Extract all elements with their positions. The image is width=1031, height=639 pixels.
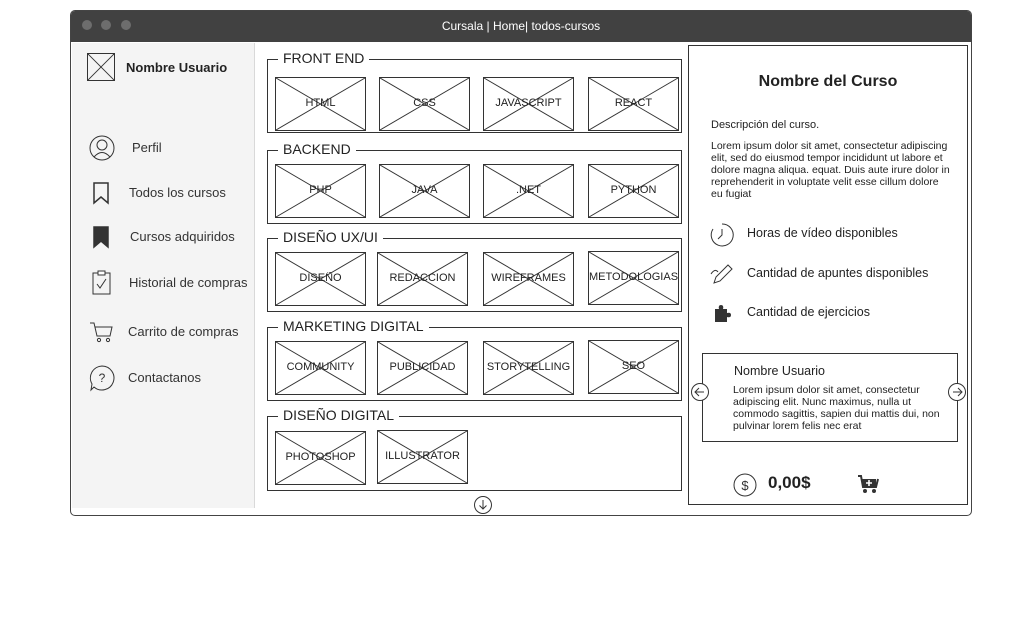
feature-label: Horas de vídeo disponibles: [747, 226, 898, 240]
course-label: .NET: [515, 184, 542, 196]
bookmark-outline-icon: [93, 182, 109, 205]
cart-icon: [90, 322, 113, 343]
course-label: COMMUNITY: [286, 361, 355, 373]
close-window-button[interactable]: [82, 20, 92, 30]
feature-notes: Cantidad de apuntes disponibles: [709, 262, 959, 288]
course-title: Nombre del Curso: [758, 73, 898, 90]
feature-exercises: Cantidad de ejercicios: [709, 301, 959, 327]
help-bubble-icon: ?: [89, 365, 115, 392]
course-label: STORYTELLING: [486, 361, 571, 373]
course-tile[interactable]: .NET: [483, 164, 574, 218]
category-title: DISEÑO DIGITAL: [278, 407, 399, 423]
course-tile[interactable]: PYTHON: [588, 164, 679, 218]
svg-text:$: $: [741, 478, 749, 493]
category-title: BACKEND: [278, 141, 356, 157]
feature-label: Cantidad de apuntes disponibles: [747, 266, 929, 280]
course-tile[interactable]: HTML: [275, 77, 366, 131]
category-diseno-ux-ui: DISEÑO UX/UI DISEÑO REDACCION WIREFRAMES…: [267, 229, 682, 312]
course-detail-panel: Nombre del Curso Descripción del curso. …: [688, 45, 968, 505]
course-label: METODOLOGIAS: [589, 271, 678, 283]
arrow-right-icon[interactable]: [948, 383, 966, 401]
title-bar: Cursala | Home| todos-cursos: [71, 11, 971, 42]
review-text: Lorem ipsum dolor sit amet, consectetur …: [733, 384, 940, 432]
clock-icon: [710, 223, 734, 247]
course-tile[interactable]: PHP: [275, 164, 366, 218]
sidebar-item-carrito-de-compras[interactable]: Carrito de compras: [88, 318, 258, 346]
minimize-window-button[interactable]: [101, 20, 111, 30]
avatar[interactable]: [87, 53, 115, 81]
course-label: SEO: [621, 360, 646, 372]
sidebar-item-cursos-adquiridos[interactable]: Cursos adquiridos: [88, 223, 258, 251]
sidebar-item-label: Cursos adquiridos: [130, 229, 235, 244]
course-label: DISEÑO: [299, 272, 342, 284]
category-marketing-digital: MARKETING DIGITAL COMMUNITY PUBLICIDAD S…: [267, 318, 682, 401]
course-label: HTML: [305, 97, 336, 109]
sidebar-item-historial-de-compras[interactable]: Historial de compras: [88, 269, 258, 297]
course-tile[interactable]: JAVA: [379, 164, 470, 218]
user-name: Nombre Usuario: [126, 60, 228, 75]
sidebar-item-label: Perfil: [132, 140, 162, 155]
category-title: MARKETING DIGITAL: [278, 318, 429, 334]
user-icon: [89, 135, 115, 161]
category-title: FRONT END: [278, 50, 370, 66]
dollar-icon: $: [733, 473, 757, 497]
sidebar-item-label: Carrito de compras: [128, 324, 239, 339]
course-tile[interactable]: PHOTOSHOP: [275, 431, 366, 485]
sidebar-item-label: Historial de compras: [129, 275, 248, 290]
description-label: Descripción del curso.: [711, 119, 820, 131]
course-label: REDACCION: [389, 272, 456, 284]
category-backend: BACKEND PHP JAVA .NET PYTHON: [267, 141, 682, 224]
course-description: Lorem ipsum dolor sit amet, consectetur …: [711, 140, 950, 200]
app-window: Cursala | Home| todos-cursos Nombre Usua…: [70, 10, 972, 516]
pencil-icon: [710, 264, 733, 284]
course-label: WIREFRAMES: [491, 272, 566, 284]
course-price: 0,00$: [768, 473, 811, 492]
window-title: Cursala | Home| todos-cursos: [441, 19, 601, 33]
course-label: ILLUSTRATOR: [385, 450, 460, 462]
course-tile[interactable]: METODOLOGIAS: [588, 251, 679, 305]
course-tile[interactable]: ILLUSTRATOR: [377, 430, 468, 484]
puzzle-icon: [715, 305, 731, 322]
course-label: JAVASCRIPT: [495, 97, 562, 109]
sidebar-item-contactanos[interactable]: ? Contactanos: [88, 364, 258, 392]
maximize-window-button[interactable]: [121, 20, 131, 30]
category-diseno-digital: DISEÑO DIGITAL PHOTOSHOP ILLUSTRATOR: [267, 407, 682, 491]
course-label: CSS: [413, 97, 436, 109]
course-tile[interactable]: REACT: [588, 77, 679, 131]
course-tile[interactable]: PUBLICIDAD: [377, 341, 468, 395]
arrow-left-icon[interactable]: [691, 383, 709, 401]
course-label: JAVA: [411, 184, 438, 196]
review-user: Nombre Usuario: [734, 364, 826, 378]
course-tile[interactable]: DISEÑO: [275, 252, 366, 306]
course-tile[interactable]: REDACCION: [377, 252, 468, 306]
add-to-cart-icon[interactable]: [857, 472, 881, 496]
sidebar-item-label: Todos los cursos: [129, 185, 226, 200]
course-label: PUBLICIDAD: [389, 361, 456, 373]
course-tile[interactable]: JAVASCRIPT: [483, 77, 574, 131]
clipboard-check-icon: [92, 270, 111, 295]
sidebar: Nombre Usuario Perfil Todos los cursos C…: [72, 43, 255, 508]
course-tile[interactable]: CSS: [379, 77, 470, 131]
course-tile[interactable]: COMMUNITY: [275, 341, 366, 395]
course-label: REACT: [614, 97, 653, 109]
sidebar-item-perfil[interactable]: Perfil: [88, 134, 258, 162]
scroll-down-icon[interactable]: [474, 496, 492, 514]
bookmark-filled-icon: [93, 226, 109, 249]
svg-text:?: ?: [99, 371, 106, 385]
review-card: Nombre Usuario Lorem ipsum dolor sit ame…: [702, 353, 958, 442]
course-label: PHP: [309, 184, 332, 196]
sidebar-item-todos-los-cursos[interactable]: Todos los cursos: [88, 179, 258, 207]
feature-video-hours: Horas de vídeo disponibles: [709, 222, 959, 248]
course-label: PYTHON: [610, 184, 657, 196]
course-tile[interactable]: STORYTELLING: [483, 341, 574, 395]
course-tile[interactable]: SEO: [588, 340, 679, 394]
course-tile[interactable]: WIREFRAMES: [483, 252, 574, 306]
feature-label: Cantidad de ejercicios: [747, 305, 870, 319]
category-title: DISEÑO UX/UI: [278, 229, 383, 245]
sidebar-item-label: Contactanos: [128, 370, 201, 385]
course-label: PHOTOSHOP: [285, 451, 356, 463]
category-front-end: FRONT END HTML CSS JAVASCRIPT REACT: [267, 50, 682, 133]
